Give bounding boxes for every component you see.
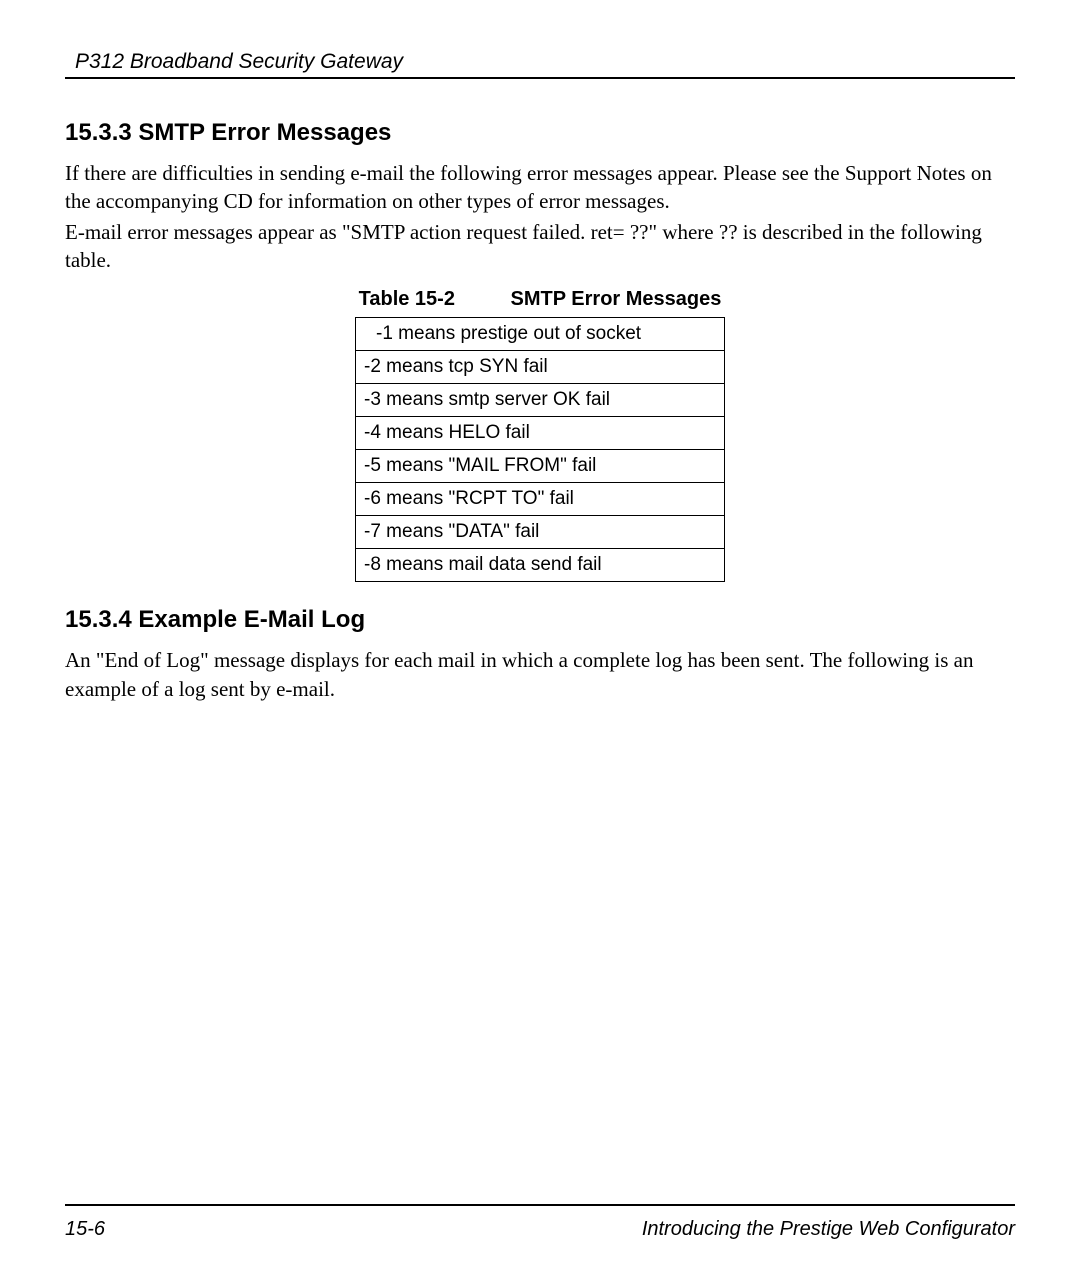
table-row: -4 means HELO fail [356, 417, 725, 450]
table-caption-label: Table 15-2 [359, 288, 455, 310]
section-smtp-errors: 15.3.3 SMTP Error Messages If there are … [65, 119, 1015, 582]
section1-para1: If there are difficulties in sending e-m… [65, 159, 1015, 216]
footer-page-number: 15-6 [65, 1218, 105, 1241]
section-heading-2: 15.3.4 Example E-Mail Log [65, 606, 1015, 634]
page-header: P312 Broadband Security Gateway [65, 50, 1015, 79]
section-heading-1: 15.3.3 SMTP Error Messages [65, 119, 1015, 147]
smtp-error-table: -1 means prestige out of socket -2 means… [355, 317, 725, 582]
table-caption: Table 15-2 SMTP Error Messages [65, 288, 1015, 311]
section2-para1: An "End of Log" message displays for eac… [65, 646, 1015, 703]
section1-para2: E-mail error messages appear as "SMTP ac… [65, 218, 1015, 275]
table-row: -5 means "MAIL FROM" fail [356, 450, 725, 483]
table-row: -3 means smtp server OK fail [356, 384, 725, 417]
section-email-log: 15.3.4 Example E-Mail Log An "End of Log… [65, 606, 1015, 703]
page-footer: 15-6 Introducing the Prestige Web Config… [65, 1204, 1015, 1241]
header-title: P312 Broadband Security Gateway [65, 50, 1015, 74]
table-row: -6 means "RCPT TO" fail [356, 483, 725, 516]
table-row: -2 means tcp SYN fail [356, 351, 725, 384]
table-row: -1 means prestige out of socket [356, 318, 725, 351]
table-caption-title: SMTP Error Messages [511, 288, 722, 310]
table-row: -7 means "DATA" fail [356, 516, 725, 549]
footer-chapter-title: Introducing the Prestige Web Configurato… [642, 1218, 1015, 1241]
table-row: -8 means mail data send fail [356, 549, 725, 582]
